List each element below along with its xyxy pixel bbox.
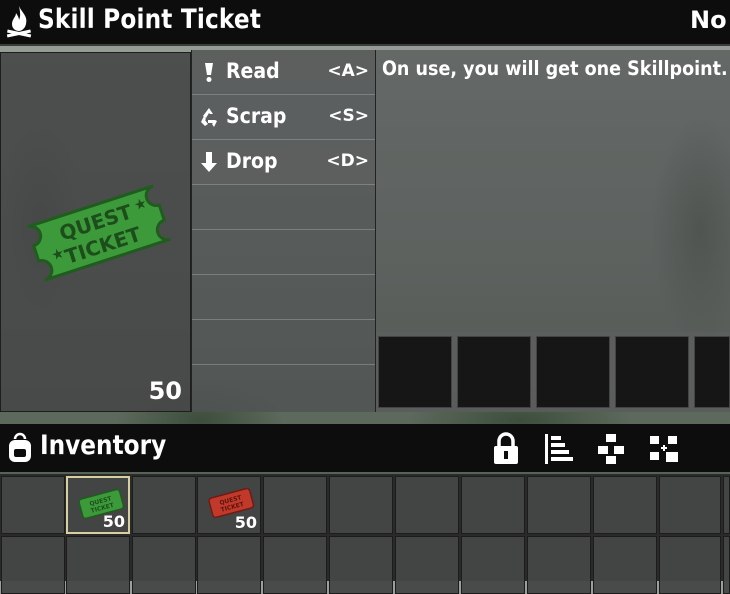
item-title: Skill Point Ticket (38, 4, 262, 35)
mod-slot[interactable] (457, 336, 531, 408)
item-preview: QUEST TICKET ★ ★ 50 (0, 52, 191, 412)
action-drop-label: Drop (226, 149, 278, 173)
inventory-header: Inventory (0, 424, 730, 472)
exclamation-icon (205, 63, 213, 82)
inventory-slot[interactable] (527, 536, 591, 594)
item-header: Skill Point Ticket No S (0, 0, 730, 46)
inventory-slot[interactable] (527, 476, 591, 534)
inventory-slot[interactable] (723, 536, 730, 594)
inventory-slot[interactable] (461, 536, 525, 594)
move-icon[interactable] (646, 432, 682, 466)
lock-icon[interactable] (488, 432, 524, 466)
mod-slots (376, 332, 730, 412)
inventory-slot[interactable] (263, 476, 327, 534)
inventory-slot[interactable]: QUEST TICKET 50 (197, 476, 261, 534)
campfire-icon (6, 6, 32, 38)
action-empty (192, 230, 375, 275)
backpack-icon (9, 432, 31, 462)
item-count: 50 (148, 377, 182, 405)
inventory-grid: QUEST TICKET 50 QUEST TICKET 50 (0, 474, 730, 594)
action-read[interactable]: Read <A> (192, 50, 375, 95)
slot-count: 50 (102, 512, 125, 531)
inventory-slot[interactable] (659, 476, 721, 534)
inventory-slot[interactable] (329, 536, 393, 594)
quest-ticket-icon: QUEST TICKET ★ ★ (27, 184, 171, 282)
action-read-key: <A> (327, 61, 369, 81)
mod-slot[interactable] (536, 336, 610, 408)
inventory-slot[interactable] (132, 476, 196, 534)
arrow-down-icon (201, 152, 217, 172)
action-read-label: Read (226, 59, 280, 83)
slot-count: 50 (234, 513, 257, 532)
action-scrap[interactable]: Scrap <S> (192, 95, 375, 140)
action-empty (192, 275, 375, 320)
stack-icon[interactable] (594, 432, 630, 466)
inventory-slot[interactable] (461, 476, 525, 534)
action-scrap-key: <S> (328, 106, 369, 126)
inventory-title: Inventory (40, 430, 167, 461)
recycle-icon (201, 108, 217, 127)
inventory-slot[interactable] (1, 476, 65, 534)
inventory-slot[interactable] (1, 536, 65, 594)
mod-slot[interactable] (378, 336, 452, 408)
mod-slot[interactable] (615, 336, 689, 408)
sort-icon[interactable] (541, 432, 577, 466)
inventory-slot[interactable] (723, 476, 730, 534)
inventory-slot-selected[interactable]: QUEST TICKET 50 (66, 476, 130, 534)
mod-slot[interactable] (694, 336, 730, 408)
action-drop[interactable]: Drop <D> (192, 140, 375, 185)
inventory-slot[interactable] (395, 476, 459, 534)
inventory-slot[interactable] (132, 536, 196, 594)
inventory-slot[interactable] (395, 536, 459, 594)
action-drop-key: <D> (326, 151, 369, 171)
item-description: On use, you will get one Skillpoint. (382, 57, 728, 80)
item-description-panel: On use, you will get one Skillpoint. (376, 50, 730, 332)
action-empty (192, 185, 375, 230)
inventory-slot[interactable] (593, 476, 657, 534)
inventory-slot[interactable] (659, 536, 721, 594)
inventory-slot[interactable] (593, 536, 657, 594)
inventory-slot[interactable] (197, 536, 261, 594)
action-scrap-label: Scrap (226, 104, 287, 128)
action-empty (192, 320, 375, 365)
inventory-slot[interactable] (329, 476, 393, 534)
inventory-slot[interactable] (263, 536, 327, 594)
header-right-text: No S (690, 6, 730, 34)
inventory-slot[interactable] (66, 536, 130, 594)
action-list: Read <A> Scrap <S> Drop <D> (191, 50, 376, 412)
